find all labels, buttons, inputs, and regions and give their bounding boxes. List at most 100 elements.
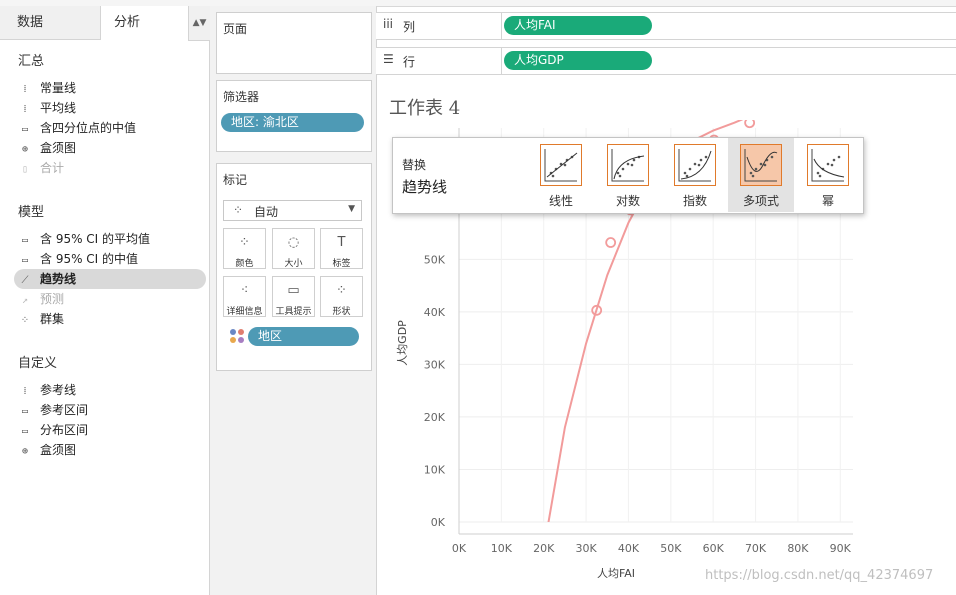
tab-analysis-label: 分析 (114, 15, 141, 30)
analysis-item[interactable]: ⁞ 常量线 (14, 78, 206, 98)
marks-button-label: 标签 (332, 259, 351, 269)
analysis-item[interactable]: ⊕ 盒须图 (14, 138, 206, 158)
x-tick-label: 80K (787, 542, 809, 555)
shape-icon: ⁘ (336, 283, 347, 298)
marks-button[interactable]: ◌ 大小 (272, 228, 315, 269)
cluster-icon: ⁘ (20, 315, 30, 326)
analysis-item[interactable]: ↗ 预测 (14, 289, 206, 309)
pages-card[interactable]: 页面 (216, 12, 372, 74)
marks-field-pill[interactable]: 地区 (248, 327, 359, 346)
tab-data-label: 数据 (17, 15, 44, 30)
reference-band-icon: ▭ (21, 406, 29, 417)
analysis-item-label: 分布区间 (40, 423, 89, 437)
marks-button[interactable]: ⁘ 形状 (320, 276, 363, 317)
y-tick-label: 0K (431, 516, 446, 529)
rows-shelf[interactable]: ☰ 行 (376, 47, 956, 75)
analysis-item[interactable]: ▭ 含 95% CI 的平均值 (14, 229, 206, 249)
constant-line-icon: ⁞ (23, 84, 27, 95)
analysis-item[interactable]: ▭ 分布区间 (14, 420, 206, 440)
section-title: 汇总 (18, 54, 45, 69)
trend-option[interactable]: 线性 (528, 138, 594, 212)
average-ci-icon: ▭ (21, 235, 29, 246)
analysis-item[interactable]: ▭ 含四分位点的中值 (14, 118, 206, 138)
marks-button-label: 形状 (332, 307, 351, 317)
linear-trend-icon (540, 144, 582, 186)
analysis-item-label: 含四分位点的中值 (40, 121, 137, 135)
trend-option[interactable]: 多项式 (728, 138, 794, 212)
x-tick-label: 30K (575, 542, 597, 555)
x-tick-label: 10K (491, 542, 513, 555)
analysis-item-label: 参考线 (40, 383, 77, 397)
median-quartiles-icon: ▭ (21, 124, 29, 135)
exponential-trend-icon (674, 144, 716, 186)
trend-option[interactable]: 对数 (595, 138, 661, 212)
box-plot-icon: ⊕ (21, 144, 29, 155)
marks-button[interactable]: ▭ 工具提示 (272, 276, 315, 317)
sheet-title: 工作表 4 (389, 98, 461, 119)
y-tick-label: 40K (424, 306, 446, 319)
trend-option[interactable]: 指数 (662, 138, 728, 212)
trend-option-label: 对数 (615, 194, 640, 208)
polynomial-trend-icon (740, 144, 782, 186)
analysis-item[interactable]: ⊕ 盒须图 (14, 440, 206, 460)
marks-button[interactable]: ⁖ 详细信息 (223, 276, 266, 317)
power-trend-icon (807, 144, 849, 186)
detail-icon: ⁖ (240, 283, 249, 298)
rows-pill[interactable]: 人均GDP (504, 51, 652, 70)
columns-shelf[interactable]: iii 列 (376, 12, 956, 40)
analysis-item[interactable]: ▯ 合计 (14, 158, 206, 178)
tab-analysis[interactable]: 分析 (100, 6, 188, 40)
section-title: 自定义 (18, 356, 58, 371)
label-icon: T (337, 235, 346, 250)
size-icon: ◌ (287, 235, 300, 250)
mark-type-icon: ⁘ (233, 203, 244, 217)
pane-menu-button[interactable]: ▲▼ (188, 6, 210, 41)
trend-option-label: 幂 (821, 194, 834, 208)
analysis-item-label: 参考区间 (40, 403, 89, 417)
logarithmic-trend-icon (607, 144, 649, 186)
marks-button-label: 颜色 (235, 259, 254, 269)
x-tick-label: 20K (533, 542, 555, 555)
tooltip-icon: ▭ (287, 283, 300, 298)
analysis-item-label: 平均线 (40, 101, 77, 115)
forecast-icon: ↗ (21, 295, 29, 306)
analysis-item[interactable]: ▭ 参考区间 (14, 400, 206, 420)
analysis-item[interactable]: ▭ 含 95% CI 的中值 (14, 249, 206, 269)
average-line-icon: ⁞ (23, 104, 27, 115)
popup-title: 趋势线 (402, 178, 448, 196)
trend-option[interactable]: 幂 (795, 138, 861, 212)
y-tick-label: 20K (424, 411, 446, 424)
tab-data[interactable]: 数据 (0, 6, 100, 40)
filter-pill[interactable]: 地区: 渝北区 (221, 113, 364, 132)
analysis-item-label: 群集 (40, 312, 65, 326)
trend-line-popup: 替换 趋势线 线性 对数 指数 多项式 幂 (392, 137, 864, 214)
analysis-item-label: 合计 (40, 161, 65, 175)
y-tick-label: 30K (424, 358, 446, 371)
color-icon: ⁘ (239, 235, 250, 250)
marks-button-label: 大小 (284, 259, 303, 269)
median-ci-icon: ▭ (21, 255, 29, 266)
analysis-item[interactable]: ⁞ 平均线 (14, 98, 206, 118)
analysis-item[interactable]: ⟋ 趋势线 (14, 269, 206, 289)
analysis-item-label: 盒须图 (40, 443, 77, 457)
analysis-item[interactable]: ⁘ 群集 (14, 309, 206, 329)
trend-option-label: 指数 (682, 194, 707, 208)
marks-button-label: 工具提示 (275, 307, 312, 317)
columns-shelf-label: 列 (403, 20, 416, 34)
analysis-item[interactable]: ⁞ 参考线 (14, 380, 206, 400)
columns-pill[interactable]: 人均FAI (504, 16, 652, 35)
trend-line-icon: ⟋ (21, 275, 29, 286)
y-tick-label: 10K (424, 463, 446, 476)
field-pill-color-icon (229, 328, 245, 344)
x-axis-title: 人均FAI (597, 567, 635, 580)
analysis-item-label: 含 95% CI 的平均值 (40, 232, 151, 246)
marks-button[interactable]: T 标签 (320, 228, 363, 269)
marks-button[interactable]: ⁘ 颜色 (223, 228, 266, 269)
mark-type-dropdown[interactable]: ⁘ 自动 ▼ (223, 200, 362, 221)
mark-type-value: 自动 (254, 205, 279, 219)
shelf-divider (501, 48, 502, 74)
analysis-item-label: 常量线 (40, 81, 77, 95)
data-point (605, 237, 617, 248)
marks-button-label: 详细信息 (226, 307, 263, 317)
x-tick-label: 40K (618, 542, 640, 555)
